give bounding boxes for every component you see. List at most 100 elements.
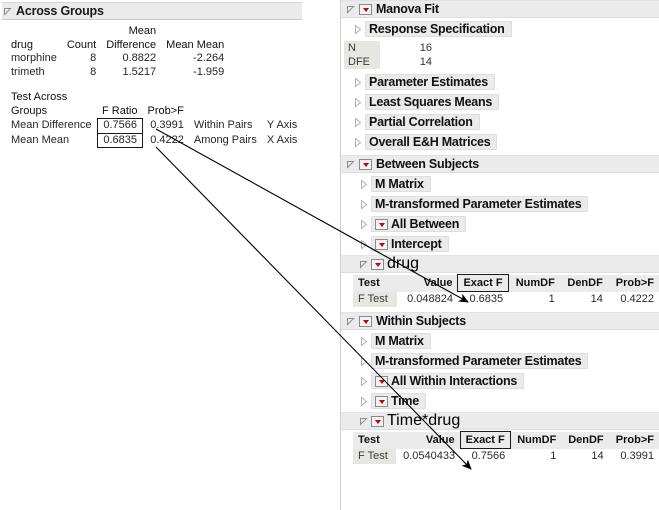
disclosure-triangle-closed-icon[interactable] [353, 136, 362, 148]
disclosure-triangle-closed-icon[interactable] [353, 116, 362, 128]
time-drug-header-exact-f[interactable]: Exact F [459, 431, 511, 449]
red-triangle-menu-icon[interactable] [359, 315, 372, 327]
disclosure-triangle-open-icon[interactable] [346, 316, 355, 327]
node-between-m-matrix[interactable]: M Matrix [341, 175, 659, 193]
disclosure-triangle-open-icon[interactable] [346, 4, 355, 15]
label-overall-eh-matrices: Overall E&H Matrices [369, 135, 491, 149]
disclosure-triangle-closed-icon[interactable] [359, 395, 368, 407]
means-header-count: Count [66, 38, 97, 51]
disclosure-triangle-open-icon[interactable] [359, 259, 368, 270]
disclosure-triangle-closed-icon[interactable] [359, 238, 368, 250]
chip-within-m-transformed-parameter-estimates[interactable]: M-transformed Parameter Estimates [371, 353, 589, 369]
node-all-within-interactions[interactable]: All Within Interactions [341, 372, 659, 390]
across-groups-title-bar[interactable]: Across Groups [2, 2, 302, 20]
node-within-m-transformed-parameter-estimates[interactable]: M-transformed Parameter Estimates [341, 352, 659, 370]
test-row1-axis: X Axis [266, 133, 298, 146]
table-row: trimeth 8 1.5217 -1.959 [6, 66, 229, 80]
label-time: Time [391, 394, 419, 408]
red-triangle-menu-icon[interactable] [375, 395, 388, 407]
means-header-drug: drug [11, 38, 34, 51]
stat-dfe-row: DFE 14 [344, 55, 659, 69]
table-row: morphine 8 0.8822 -2.264 [6, 52, 229, 66]
red-triangle-menu-icon[interactable] [375, 218, 388, 230]
across-groups-means-table: Mean drug Count Difference Mean Mean mor… [6, 25, 229, 79]
chip-parameter-estimates[interactable]: Parameter Estimates [365, 74, 495, 90]
drug-header-numdf: NumDF [508, 274, 560, 292]
drug-header-test: Test [353, 274, 398, 292]
test-row0-f-ratio-boxed[interactable]: 0.7566 [96, 118, 143, 134]
time-drug-stats-header-row: Test Value Exact F NumDF DenDF Prob>F [353, 431, 659, 449]
node-drug[interactable]: drug [341, 255, 659, 273]
test-row0-axis: Y Axis [266, 119, 298, 131]
node-parameter-estimates[interactable]: Parameter Estimates [341, 73, 659, 91]
disclosure-triangle-open-icon[interactable] [346, 159, 355, 170]
means-row0-mean-mean: -2.264 [193, 52, 225, 64]
node-intercept[interactable]: Intercept [341, 235, 659, 253]
disclosure-triangle-closed-icon[interactable] [353, 76, 362, 88]
chip-between-m-matrix[interactable]: M Matrix [371, 176, 431, 192]
node-response-specification[interactable]: Response Specification [341, 20, 659, 38]
disclosure-triangle-open-icon[interactable] [359, 416, 368, 427]
chip-time[interactable]: Time [371, 393, 426, 409]
label-within-subjects: Within Subjects [376, 314, 466, 328]
chip-least-squares-means[interactable]: Least Squares Means [365, 94, 500, 110]
disclosure-triangle-closed-icon[interactable] [359, 375, 368, 387]
drug-header-exact-f[interactable]: Exact F [457, 274, 509, 292]
stat-n-key: N [344, 41, 380, 55]
drug-header-value: Value [397, 274, 458, 292]
red-triangle-menu-icon[interactable] [359, 3, 372, 15]
chip-overall-eh-matrices[interactable]: Overall E&H Matrices [365, 134, 498, 150]
disclosure-triangle-open-icon[interactable] [3, 6, 12, 17]
node-partial-correlation[interactable]: Partial Correlation [341, 113, 659, 131]
node-within-subjects[interactable]: Within Subjects [341, 312, 659, 330]
chip-intercept[interactable]: Intercept [371, 236, 449, 252]
chip-partial-correlation[interactable]: Partial Correlation [365, 114, 480, 130]
manova-fit-title-bar[interactable]: Manova Fit [341, 0, 659, 18]
means-group-header-row: Mean [6, 25, 229, 39]
label-all-within-interactions: All Within Interactions [391, 374, 518, 388]
drug-row0-numdf: 1 [548, 292, 555, 305]
time-drug-row0-exact-f: 0.7566 [471, 450, 506, 462]
drug-header-prob-f: Prob>F [607, 274, 659, 292]
chip-all-within-interactions[interactable]: All Within Interactions [371, 373, 525, 389]
chip-between-m-transformed-parameter-estimates[interactable]: M-transformed Parameter Estimates [371, 196, 589, 212]
red-triangle-menu-icon[interactable] [375, 375, 388, 387]
means-row0-difference: 0.8822 [122, 52, 157, 64]
means-header-row: drug Count Difference Mean Mean [6, 39, 229, 53]
disclosure-triangle-closed-icon[interactable] [359, 178, 368, 190]
node-within-m-matrix[interactable]: M Matrix [341, 332, 659, 350]
red-triangle-menu-icon[interactable] [375, 238, 388, 250]
test-row1-pairs: Among Pairs [193, 133, 257, 146]
means-group-header-mean: Mean [128, 25, 157, 37]
node-time[interactable]: Time [341, 392, 659, 410]
chip-all-between[interactable]: All Between [371, 216, 467, 232]
disclosure-triangle-closed-icon[interactable] [353, 96, 362, 108]
disclosure-triangle-closed-icon[interactable] [359, 198, 368, 210]
means-row1-drug: trimeth [11, 65, 45, 78]
node-between-subjects[interactable]: Between Subjects [341, 155, 659, 173]
test-row0-prob-f: 0.3991 [150, 119, 184, 131]
time-drug-row0-prob-f: 0.3991 [620, 449, 654, 462]
node-time-drug[interactable]: Time*drug [341, 412, 659, 430]
node-overall-eh-matrices[interactable]: Overall E&H Matrices [341, 133, 659, 151]
time-drug-header-test: Test [353, 431, 396, 449]
red-triangle-menu-icon[interactable] [371, 415, 384, 427]
time-drug-row0-test: F Test [353, 448, 396, 464]
label-within-m-transformed-parameter-estimates: M-transformed Parameter Estimates [375, 354, 582, 368]
red-triangle-menu-icon[interactable] [371, 258, 384, 270]
chip-within-m-matrix[interactable]: M Matrix [371, 333, 431, 349]
node-all-between[interactable]: All Between [341, 215, 659, 233]
test-row1-label: Mean Mean [11, 133, 70, 146]
chip-response-specification[interactable]: Response Specification [365, 21, 512, 37]
disclosure-triangle-closed-icon[interactable] [353, 23, 362, 35]
node-between-m-transformed-parameter-estimates[interactable]: M-transformed Parameter Estimates [341, 195, 659, 213]
node-least-squares-means[interactable]: Least Squares Means [341, 93, 659, 111]
label-between-subjects: Between Subjects [376, 157, 479, 171]
disclosure-triangle-closed-icon[interactable] [359, 218, 368, 230]
disclosure-triangle-closed-icon[interactable] [359, 355, 368, 367]
test-row1-f-ratio-boxed[interactable]: 0.6835 [96, 132, 143, 148]
drug-row0-value: 0.048824 [407, 292, 453, 305]
red-triangle-menu-icon[interactable] [359, 158, 372, 170]
disclosure-triangle-closed-icon[interactable] [359, 335, 368, 347]
time-drug-row0-dendf: 14 [591, 449, 604, 462]
